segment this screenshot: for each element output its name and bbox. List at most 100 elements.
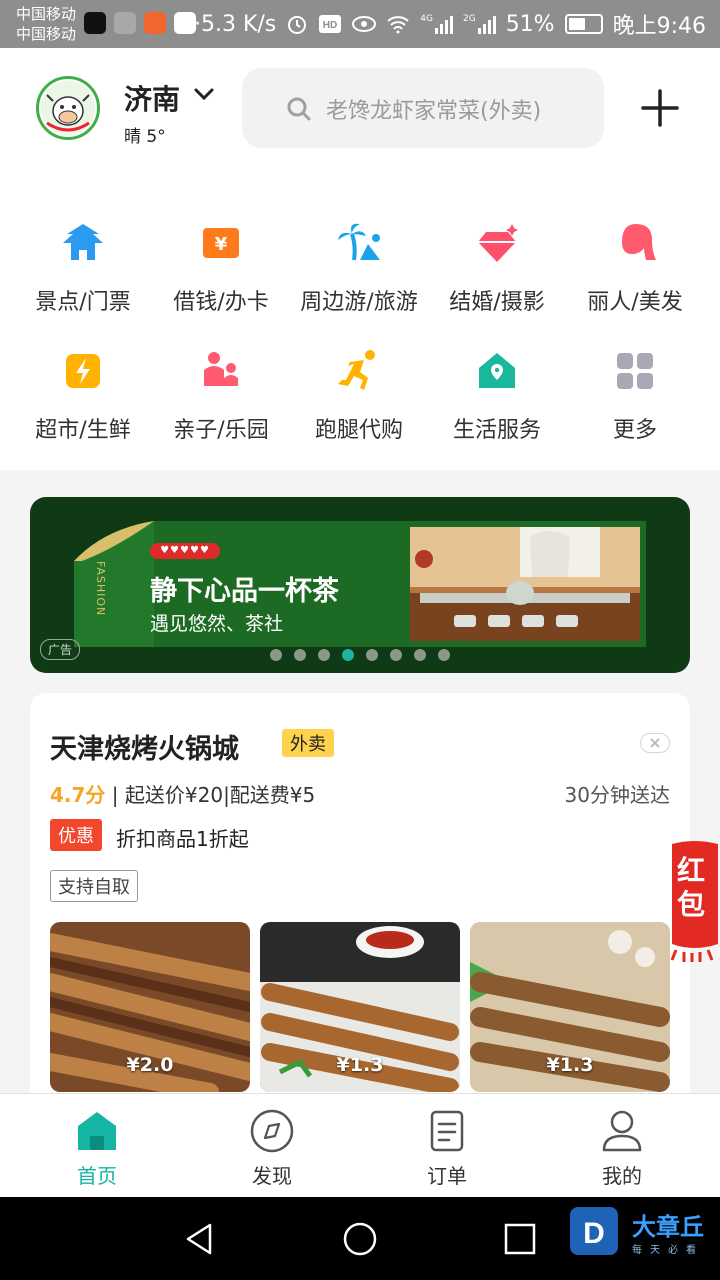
close-icon [650, 738, 660, 748]
eye-icon [352, 16, 377, 32]
category-label: 结婚/摄影 [449, 290, 545, 315]
banner-side-text: FASHION [94, 561, 107, 617]
runner-icon [338, 350, 375, 390]
watermark-subtitle: 每天必看 [632, 1245, 704, 1256]
category-label: 周边游/旅游 [300, 290, 418, 315]
recents-icon[interactable] [502, 1221, 538, 1257]
pagination-dot[interactable] [318, 649, 330, 661]
pagination-dot-active[interactable] [342, 649, 354, 661]
category-item-travel[interactable]: 周边游/旅游 [289, 220, 429, 340]
chevron-down-icon[interactable] [192, 84, 216, 104]
promo-banner[interactable]: FASHION ♥♥♥♥♥ 静下心品一杯茶 遇见悠然、茶社 广告 [30, 497, 690, 673]
woman-hair-icon [622, 224, 656, 260]
notification-icons [84, 12, 196, 34]
net-2g-label: 2G [462, 14, 476, 24]
category-item-wedding[interactable]: 结婚/摄影 [427, 220, 567, 340]
page-curl-icon [74, 521, 154, 561]
home-circle-icon[interactable] [342, 1221, 378, 1257]
battery-icon [564, 14, 603, 34]
city-selector[interactable]: 济南 [124, 78, 180, 118]
banner-fold: FASHION [74, 521, 154, 647]
bottom-tab-bar: 首页 发现 订单 我的 [0, 1093, 720, 1197]
back-icon[interactable] [182, 1221, 218, 1257]
delivery-time: 30分钟送达 [564, 783, 670, 807]
category-item-beauty[interactable]: 丽人/美发 [565, 220, 705, 340]
signal-2g-icon: 2G [463, 14, 496, 34]
food-item[interactable]: ¥1.3 [470, 922, 670, 1092]
watermark-logo: D 大章丘 每天必看 [570, 1205, 720, 1265]
delivery-badge: 外卖 [282, 729, 334, 757]
category-label: 超市/生鲜 [35, 418, 131, 443]
tab-profile[interactable]: 我的 [562, 1108, 682, 1189]
tiktok-icon [84, 12, 106, 34]
store-card[interactable]: 天津烧烤火锅城 外卖 4.7分 | 起送价¥20|配送费¥5 30分钟送达 优惠… [30, 693, 690, 1113]
category-item-life-service[interactable]: 生活服务 [427, 348, 567, 468]
status-right: ··5.3 K/s HD 4G 2G 51% 晚上9:46 [187, 10, 706, 40]
food-price: ¥2.0 [126, 1054, 174, 1076]
wifi-icon [387, 16, 409, 34]
parent-child-icon [204, 352, 238, 386]
hd-icon: HD [319, 15, 342, 33]
category-item-more[interactable]: 更多 [565, 348, 705, 468]
system-nav-bar: D 大章丘 每天必看 [0, 1197, 720, 1280]
top-header: 济南 晴 5° 老馋龙虾家常菜(外卖) [0, 48, 720, 170]
alarm-icon [288, 16, 307, 34]
red-envelope-button[interactable]: 红包 [662, 838, 720, 962]
network-speed: ··5.3 K/s [187, 11, 277, 37]
carrier-labels: 中国移动 中国移动 [16, 4, 76, 44]
pagination-dot[interactable] [390, 649, 402, 661]
category-label: 亲子/乐园 [173, 418, 269, 443]
search-icon [287, 97, 311, 121]
banner-hearts: ♥♥♥♥♥ [150, 543, 220, 559]
plus-icon[interactable] [640, 88, 680, 128]
tab-label: 我的 [602, 1164, 642, 1188]
category-label: 借钱/办卡 [173, 290, 269, 315]
svg-text:HD: HD [323, 20, 337, 31]
promo-text: 折扣商品1折起 [116, 827, 249, 851]
search-bar[interactable]: 老馋龙虾家常菜(外卖) [242, 68, 604, 148]
pagination-dot[interactable] [294, 649, 306, 661]
pagination-dot[interactable] [414, 649, 426, 661]
promo-tag: 优惠 [50, 819, 102, 851]
tab-label: 订单 [427, 1164, 467, 1188]
food-item[interactable]: ¥2.0 [50, 922, 250, 1092]
pagination-dot[interactable] [270, 649, 282, 661]
category-item-family[interactable]: 亲子/乐园 [151, 348, 291, 468]
category-label: 跑腿代购 [314, 418, 403, 443]
tab-home[interactable]: 首页 [37, 1108, 157, 1189]
tab-discover[interactable]: 发现 [212, 1108, 332, 1189]
yuan-card-icon: ¥ [203, 228, 239, 258]
app-logo[interactable] [36, 76, 100, 140]
category-item-errand[interactable]: 跑腿代购 [289, 348, 429, 468]
store-meta: 4.7分 | 起送价¥20|配送费¥5 [50, 779, 315, 808]
clock: 晚上9:46 [612, 14, 706, 39]
profile-icon [602, 1110, 642, 1152]
delivery-info: | 起送价¥20|配送费¥5 [111, 783, 316, 807]
tab-orders[interactable]: 订单 [387, 1108, 507, 1189]
category-label: 丽人/美发 [587, 290, 683, 315]
store-name[interactable]: 天津烧烤火锅城 [50, 727, 239, 766]
food-price: ¥1.3 [546, 1054, 594, 1076]
weather-info: 晴 5° [124, 127, 166, 147]
category-label: 景点/门票 [35, 290, 131, 315]
status-bar: 中国移动 中国移动 ··5.3 K/s HD 4G 2G 51% 晚上9:46 [0, 0, 720, 48]
carrier-2: 中国移动 [16, 25, 77, 43]
banner-title: 静下心品一杯茶 [150, 576, 339, 607]
wechat-icon [114, 12, 136, 34]
svg-text:¥: ¥ [215, 234, 228, 255]
lightning-icon [66, 354, 100, 388]
house-location-icon [479, 353, 515, 388]
category-item-loan[interactable]: ¥ 借钱/办卡 [151, 220, 291, 340]
red-envelope-label: 红包 [676, 854, 705, 921]
dismiss-button[interactable] [640, 733, 670, 753]
tab-label: 发现 [252, 1164, 292, 1188]
food-item[interactable]: ¥1.3 [260, 922, 460, 1092]
battery-percent: 51% [505, 11, 555, 37]
pagination-dot[interactable] [438, 649, 450, 661]
category-item-scenic[interactable]: 景点/门票 [13, 220, 153, 340]
watermark-d-icon: D [570, 1207, 618, 1255]
pagination-dot[interactable] [366, 649, 378, 661]
category-item-supermarket[interactable]: 超市/生鲜 [13, 348, 153, 468]
banner-content: FASHION ♥♥♥♥♥ 静下心品一杯茶 遇见悠然、茶社 [74, 521, 646, 647]
banner-photo [410, 527, 640, 641]
